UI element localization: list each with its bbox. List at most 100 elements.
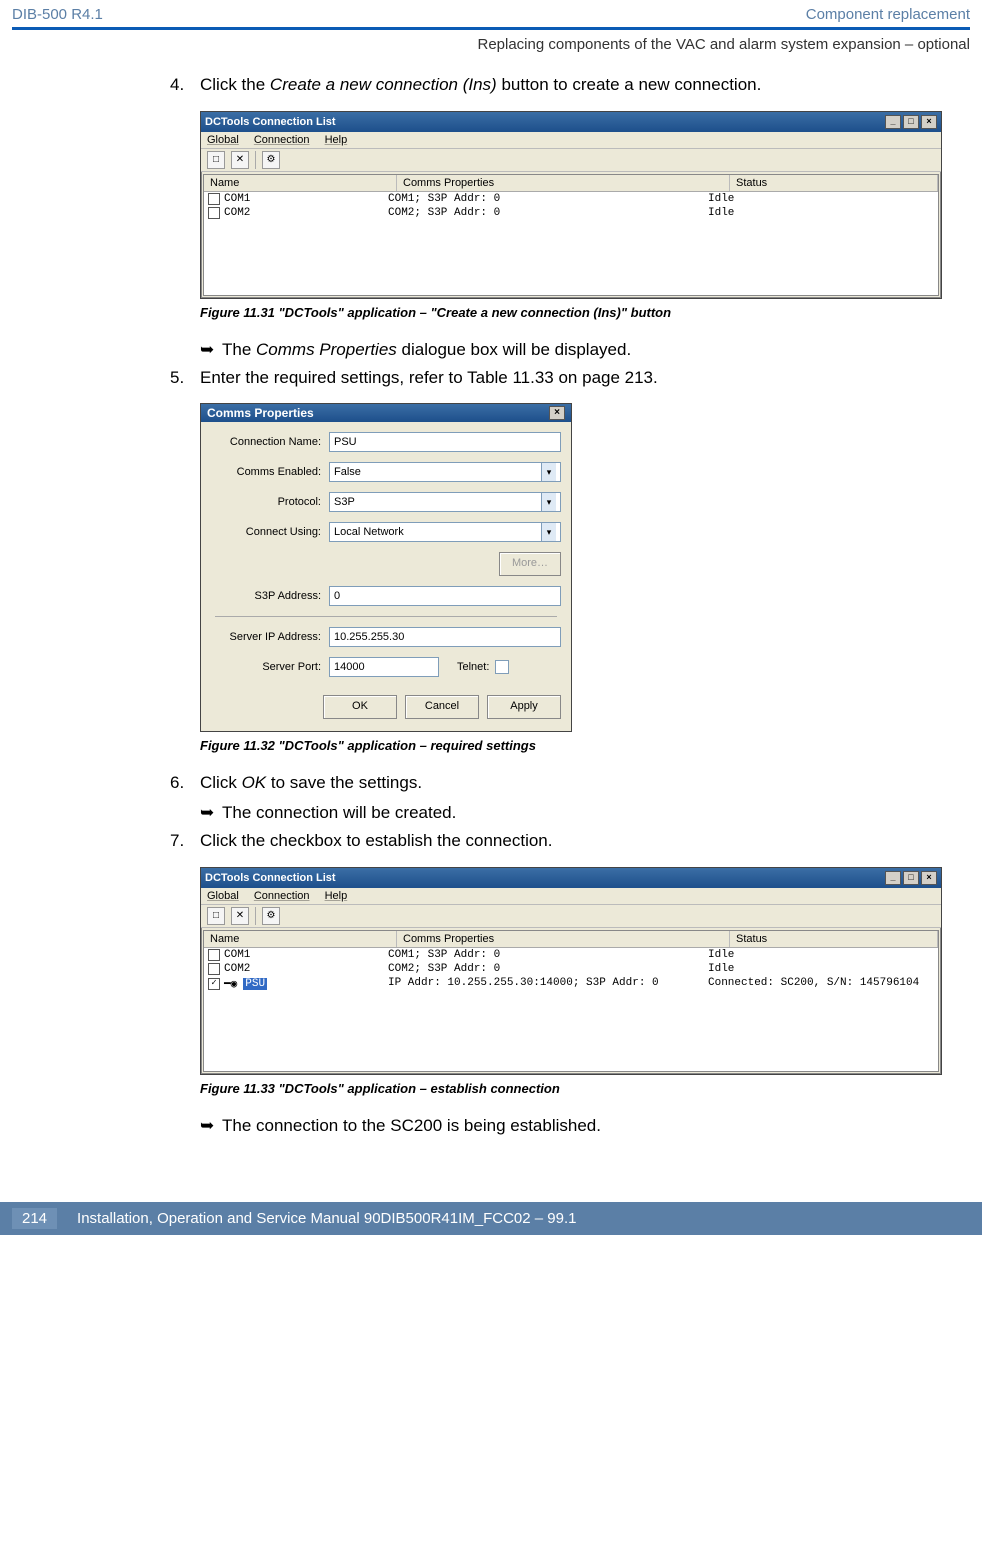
header-right: Component replacement <box>806 6 970 23</box>
list-item[interactable]: COM2 COM2; S3P Addr: 0 Idle <box>204 206 938 220</box>
connect-using-select[interactable]: Local Network▾ <box>329 522 561 542</box>
figure-caption-32: Figure 11.32 "DCTools" application – req… <box>200 738 970 753</box>
minimize-icon[interactable]: _ <box>885 871 901 885</box>
row-checkbox[interactable] <box>208 207 220 219</box>
close-icon[interactable]: × <box>549 406 565 420</box>
comms-properties-dialog: Comms Properties × Connection Name: PSU … <box>200 403 572 732</box>
delete-button[interactable]: ✕ <box>231 907 249 925</box>
step-number: 5. <box>170 366 200 390</box>
ok-button[interactable]: OK <box>323 695 397 719</box>
step-5: 5. Enter the required settings, refer to… <box>170 366 970 390</box>
chevron-down-icon[interactable]: ▾ <box>541 523 556 541</box>
delete-button[interactable]: ✕ <box>231 151 249 169</box>
window-titlebar: DCTools Connection List _ □ × <box>201 112 941 132</box>
connection-list: Name Comms Properties Status COM1 COM1; … <box>203 174 939 296</box>
label-connect-using: Connect Using: <box>211 526 329 538</box>
menu-help[interactable]: Help <box>325 134 348 146</box>
figure-11-31: DCTools Connection List _ □ × Global Con… <box>200 111 970 299</box>
server-port-input[interactable]: 14000 <box>329 657 439 677</box>
step-text: Click the Create a new connection (Ins) … <box>200 73 970 97</box>
close-icon[interactable]: × <box>921 115 937 129</box>
menu-connection[interactable]: Connection <box>254 134 310 146</box>
window-title: DCTools Connection List <box>205 116 336 128</box>
comms-enabled-select[interactable]: False▾ <box>329 462 561 482</box>
apply-button[interactable]: Apply <box>487 695 561 719</box>
window-titlebar: DCTools Connection List _ □ × <box>201 868 941 888</box>
chevron-down-icon[interactable]: ▾ <box>541 463 556 481</box>
step-number: 6. <box>170 771 200 795</box>
menu-help[interactable]: Help <box>325 890 348 902</box>
list-item[interactable]: COM2 COM2; S3P Addr: 0 Idle <box>204 962 938 976</box>
dctools-window-1: DCTools Connection List _ □ × Global Con… <box>200 111 942 299</box>
step-text: Enter the required settings, refer to Ta… <box>200 366 970 390</box>
col-props[interactable]: Comms Properties <box>397 931 730 947</box>
maximize-icon[interactable]: □ <box>903 871 919 885</box>
menu-global[interactable]: Global <box>207 890 239 902</box>
col-name[interactable]: Name <box>204 931 397 947</box>
s3p-address-input[interactable]: 0 <box>329 586 561 606</box>
figure-caption-31: Figure 11.31 "DCTools" application – "Cr… <box>200 305 970 320</box>
step-text: Click the checkbox to establish the conn… <box>200 829 970 853</box>
window-controls: _ □ × <box>885 871 937 885</box>
new-connection-button[interactable]: □ <box>207 151 225 169</box>
label-comms-enabled: Comms Enabled: <box>211 466 329 478</box>
properties-button[interactable]: ⚙ <box>262 151 280 169</box>
col-props[interactable]: Comms Properties <box>397 175 730 191</box>
label-telnet: Telnet: <box>457 661 489 673</box>
col-status[interactable]: Status <box>730 931 938 947</box>
grid-header: Name Comms Properties Status <box>204 931 938 948</box>
step-number: 7. <box>170 829 200 853</box>
dialog-title: Comms Properties <box>207 406 314 420</box>
window-title: DCTools Connection List <box>205 872 336 884</box>
row-checkbox[interactable] <box>208 963 220 975</box>
connection-name-input[interactable]: PSU <box>329 432 561 452</box>
separator <box>215 616 557 617</box>
arrow-icon: ➥ <box>200 1114 222 1138</box>
telnet-checkbox[interactable] <box>495 660 509 674</box>
header-subtitle: Replacing components of the VAC and alar… <box>0 30 982 73</box>
more-button: More… <box>499 552 561 576</box>
window-toolbar: □ ✕ ⚙ <box>201 905 941 928</box>
step-4: 4. Click the Create a new connection (In… <box>170 73 970 97</box>
figure-caption-33: Figure 11.33 "DCTools" application – est… <box>200 1081 970 1096</box>
server-ip-input[interactable]: 10.255.255.30 <box>329 627 561 647</box>
minimize-icon[interactable]: _ <box>885 115 901 129</box>
menu-connection[interactable]: Connection <box>254 890 310 902</box>
menu-global[interactable]: Global <box>207 134 239 146</box>
maximize-icon[interactable]: □ <box>903 115 919 129</box>
list-item[interactable]: COM1 COM1; S3P Addr: 0 Idle <box>204 948 938 962</box>
page-footer: 214 Installation, Operation and Service … <box>0 1202 982 1235</box>
figure-11-33: DCTools Connection List _ □ × Global Con… <box>200 867 970 1075</box>
properties-button[interactable]: ⚙ <box>262 907 280 925</box>
window-toolbar: □ ✕ ⚙ <box>201 149 941 172</box>
dialog-buttons: OK Cancel Apply <box>201 687 571 731</box>
window-menubar: Global Connection Help <box>201 132 941 149</box>
list-item[interactable]: ━◉PSU IP Addr: 10.255.255.30:14000; S3P … <box>204 976 938 992</box>
protocol-select[interactable]: S3P▾ <box>329 492 561 512</box>
result-line: ➥ The connection to the SC200 is being e… <box>200 1114 970 1138</box>
list-item[interactable]: COM1 COM1; S3P Addr: 0 Idle <box>204 192 938 206</box>
window-controls: _ □ × <box>885 115 937 129</box>
connection-list: Name Comms Properties Status COM1 COM1; … <box>203 930 939 1072</box>
row-checkbox[interactable] <box>208 978 220 990</box>
page-number: 214 <box>12 1208 57 1229</box>
step-text: Click OK to save the settings. <box>200 771 970 795</box>
col-status[interactable]: Status <box>730 175 938 191</box>
col-name[interactable]: Name <box>204 175 397 191</box>
cancel-button[interactable]: Cancel <box>405 695 479 719</box>
label-server-port: Server Port: <box>211 661 329 673</box>
row-checkbox[interactable] <box>208 949 220 961</box>
dialog-titlebar: Comms Properties × <box>201 404 571 422</box>
step-number: 4. <box>170 73 200 97</box>
main-content: 4. Click the Create a new connection (In… <box>0 73 982 1172</box>
row-checkbox[interactable] <box>208 193 220 205</box>
close-icon[interactable]: × <box>921 871 937 885</box>
grid-header: Name Comms Properties Status <box>204 175 938 192</box>
result-line: ➥ The Comms Properties dialogue box will… <box>200 338 970 362</box>
page-header: DIB-500 R4.1 Component replacement <box>0 0 982 27</box>
step-6: 6. Click OK to save the settings. <box>170 771 970 795</box>
result-line: ➥ The connection will be created. <box>200 801 970 825</box>
chevron-down-icon[interactable]: ▾ <box>541 493 556 511</box>
figure-11-32: Comms Properties × Connection Name: PSU … <box>200 403 970 732</box>
new-connection-button[interactable]: □ <box>207 907 225 925</box>
